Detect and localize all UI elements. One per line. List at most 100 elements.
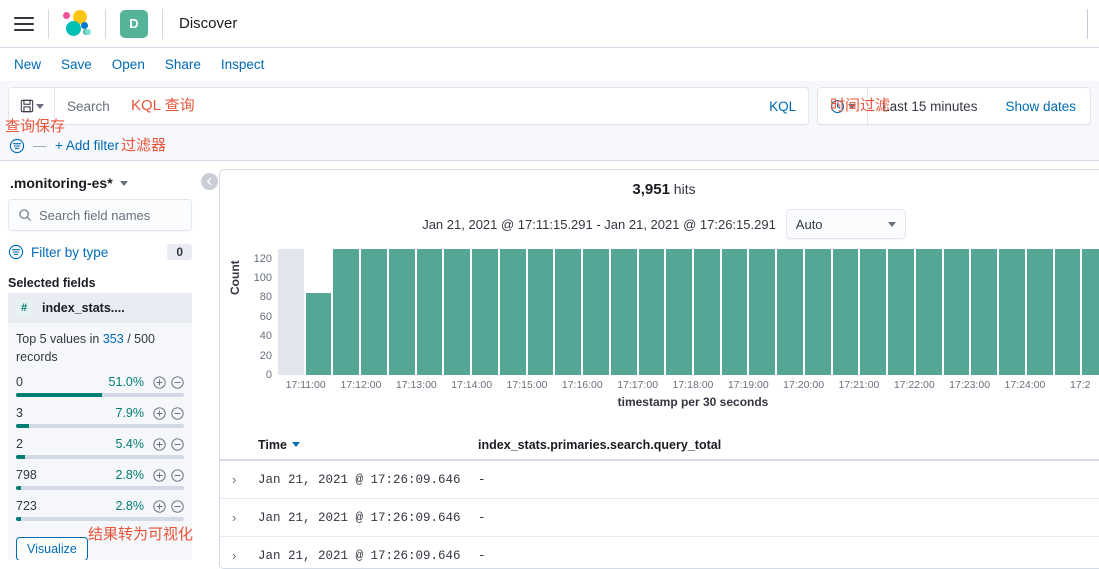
expand-row-icon[interactable]: ›: [232, 472, 258, 487]
chart-plot-area[interactable]: [278, 249, 1099, 375]
chart-bar[interactable]: [444, 249, 471, 375]
column-header-time[interactable]: Time: [258, 438, 478, 452]
sort-descending-icon[interactable]: [291, 442, 300, 447]
field-value-row: 723 2.8%: [16, 499, 184, 522]
field-search-input[interactable]: Search field names: [8, 199, 192, 231]
visualize-button[interactable]: Visualize: [16, 537, 88, 560]
search-input[interactable]: Search: [55, 99, 757, 114]
show-dates-button[interactable]: Show dates: [991, 99, 1090, 114]
field-value-percent: 51.0%: [108, 375, 144, 390]
filter-by-type-row[interactable]: Filter by type 0: [8, 240, 192, 264]
chart-bar[interactable]: [804, 249, 831, 375]
interval-value: Auto: [795, 216, 823, 232]
field-sidebar: .monitoring-es* Search field names Filte…: [0, 161, 200, 560]
chart-y-axis: 0 20 40 60 80 100 120: [242, 245, 272, 381]
chart-bar[interactable]: [1026, 249, 1053, 375]
chart-y-tick: 80: [259, 291, 272, 304]
add-filter-button[interactable]: + Add filter: [51, 138, 119, 153]
chart-bar[interactable]: [915, 249, 942, 375]
chart-bar[interactable]: [832, 249, 859, 375]
nav-item-new[interactable]: New: [4, 53, 51, 76]
time-quick-select-button[interactable]: [818, 88, 869, 124]
search-input-wrapper[interactable]: Search KQL: [8, 87, 810, 125]
filter-for-value-icon[interactable]: [153, 376, 166, 389]
saved-query-button[interactable]: [9, 88, 55, 124]
field-value-key: 0: [16, 375, 23, 390]
chart-bar[interactable]: [499, 249, 526, 375]
nav-item-open[interactable]: Open: [102, 53, 155, 76]
field-value-percent: 2.8%: [115, 468, 145, 483]
chart-bar[interactable]: [416, 249, 443, 375]
nav-item-save[interactable]: Save: [51, 53, 102, 76]
chart-bar[interactable]: [610, 249, 637, 375]
filter-out-value-icon[interactable]: [171, 438, 184, 451]
chart-bar[interactable]: [888, 249, 914, 375]
filter-out-value-icon[interactable]: [171, 376, 184, 389]
filter-divider: —: [33, 138, 46, 153]
table-row[interactable]: › Jan 21, 2021 @ 17:26:09.646 -: [220, 537, 1099, 568]
sidebar-field-item[interactable]: # index_stats....: [8, 293, 192, 323]
chart-bar[interactable]: [1054, 249, 1081, 375]
filter-list-icon: [9, 138, 25, 153]
filter-for-value-icon[interactable]: [153, 500, 166, 513]
chart-bar[interactable]: [694, 249, 720, 375]
filter-out-value-icon[interactable]: [171, 500, 184, 513]
chart-bar[interactable]: [1082, 249, 1099, 375]
interval-select[interactable]: Auto: [785, 209, 906, 239]
chart-x-tick: 17:15:00: [506, 379, 548, 391]
filter-for-value-icon[interactable]: [153, 469, 166, 482]
chart-bar[interactable]: [527, 249, 554, 375]
chart-bar[interactable]: [278, 249, 304, 375]
chart-bar[interactable]: [971, 249, 998, 375]
cell-query-total: -: [478, 472, 486, 487]
chart-bar[interactable]: [943, 249, 970, 375]
chart-bar[interactable]: [388, 249, 415, 375]
field-value-percent: 2.8%: [115, 499, 145, 514]
chart-bar[interactable]: [749, 249, 776, 375]
table-row[interactable]: › Jan 21, 2021 @ 17:26:09.646 -: [220, 499, 1099, 537]
time-range-text: Jan 21, 2021 @ 17:11:15.291 - Jan 21, 20…: [422, 216, 776, 232]
chart-bar[interactable]: [860, 249, 887, 375]
chart-bar[interactable]: [666, 249, 693, 375]
chart-bar[interactable]: [361, 249, 387, 375]
field-value-percent: 5.4%: [115, 437, 145, 452]
filter-out-value-icon[interactable]: [171, 407, 184, 420]
chart-bar[interactable]: [638, 249, 665, 375]
index-pattern-selector[interactable]: .monitoring-es*: [8, 169, 192, 199]
elastic-logo[interactable]: [49, 0, 105, 48]
filter-for-value-icon[interactable]: [153, 407, 166, 420]
chart-bar[interactable]: [583, 249, 609, 375]
chart-x-tick: 17:11:00: [285, 379, 326, 391]
top-values-record-link[interactable]: 353: [103, 332, 124, 346]
collapse-sidebar-button[interactable]: [201, 173, 218, 190]
kql-language-button[interactable]: KQL: [757, 99, 808, 114]
chart-bar[interactable]: [305, 292, 332, 375]
chart-x-tick: 17:21:00: [838, 379, 880, 391]
nav-item-inspect[interactable]: Inspect: [211, 53, 275, 76]
filter-options-button[interactable]: [6, 135, 28, 157]
chart-bar[interactable]: [472, 249, 498, 375]
chart-bar[interactable]: [333, 249, 360, 375]
histogram-chart[interactable]: Count 0 20 40 60 80 100 120 17:11:00 17:12:00 17…: [220, 245, 1099, 409]
nav-item-share[interactable]: Share: [155, 53, 211, 76]
selected-fields-header: Selected fields: [8, 276, 96, 290]
table-row[interactable]: › Jan 21, 2021 @ 17:26:09.646 -: [220, 461, 1099, 499]
time-range-value[interactable]: Last 15 minutes: [868, 99, 991, 114]
chart-bar[interactable]: [999, 249, 1025, 375]
chevron-down-icon: [119, 180, 128, 186]
hits-label: hits: [669, 181, 696, 197]
filter-out-value-icon[interactable]: [171, 469, 184, 482]
chevron-left-icon: [207, 177, 212, 186]
column-header-query-total[interactable]: index_stats.primaries.search.query_total: [478, 438, 721, 452]
chart-bar[interactable]: [555, 249, 582, 375]
chart-bar[interactable]: [721, 249, 748, 375]
chart-x-tick: 17:24:00: [1004, 379, 1046, 391]
table-body: › Jan 21, 2021 @ 17:26:09.646- › Jan 21, 20…: [220, 461, 1099, 568]
filter-for-value-icon[interactable]: [153, 438, 166, 451]
chart-bar[interactable]: [777, 249, 803, 375]
expand-row-icon[interactable]: ›: [232, 548, 258, 563]
page-title: Discover: [179, 15, 238, 32]
hamburger-menu-icon[interactable]: [0, 0, 48, 48]
top-nav-menu: New Save Open Share Inspect: [0, 48, 1099, 81]
expand-row-icon[interactable]: ›: [232, 510, 258, 525]
